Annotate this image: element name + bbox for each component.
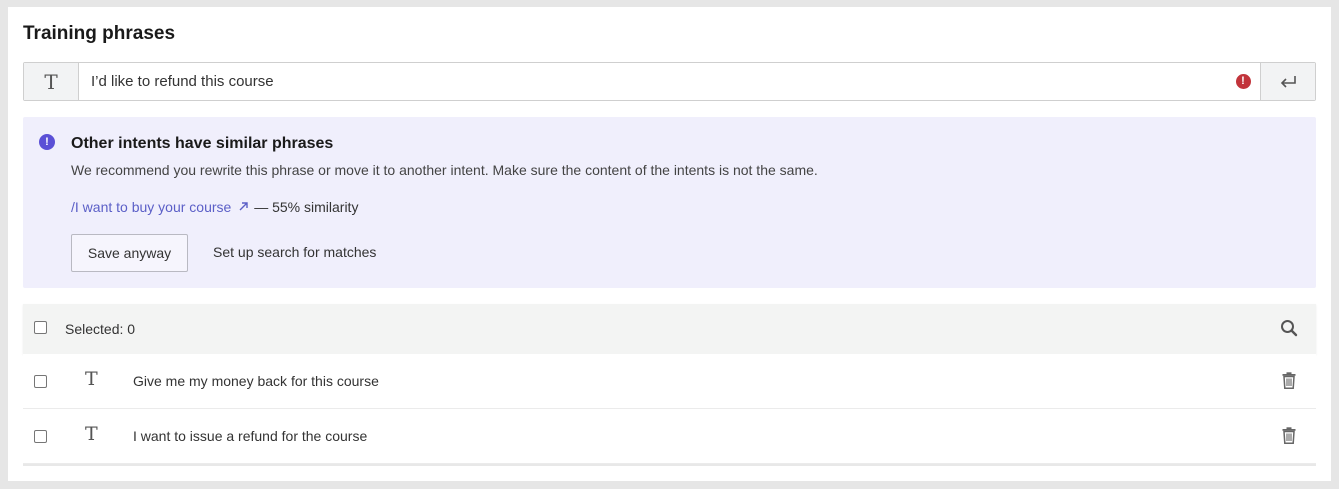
search-button[interactable] — [1280, 319, 1298, 342]
table-row: T I want to issue a refund for the cours… — [23, 409, 1316, 464]
phrase-input[interactable] — [79, 63, 1226, 100]
warning-title: Other intents have similar phrases — [71, 135, 334, 152]
delete-button[interactable] — [1282, 427, 1296, 449]
text-type-button[interactable]: T — [24, 63, 79, 100]
text-type-icon: T — [85, 368, 98, 390]
delete-button[interactable] — [1282, 372, 1296, 394]
similar-intent-link-text: /I want to buy your course — [71, 199, 232, 215]
similar-intent-link[interactable]: /I want to buy your course — [71, 199, 249, 215]
select-all-checkbox[interactable] — [34, 321, 47, 334]
phrase-text: I want to issue a refund for the course — [133, 428, 368, 444]
setup-search-link[interactable]: Set up search for matches — [213, 244, 376, 260]
phrase-text: Give me my money back for this course — [133, 373, 379, 389]
warning-text: We recommend you rewrite this phrase or … — [71, 162, 818, 178]
save-anyway-button[interactable]: Save anyway — [71, 234, 188, 272]
error-icon: ! — [1235, 74, 1251, 89]
similar-phrases-warning: ! Other intents have similar phrases We … — [23, 117, 1316, 288]
similarity-value: — 55% similarity — [254, 199, 359, 215]
trash-icon — [1282, 427, 1296, 445]
selected-count: Selected: 0 — [65, 321, 136, 337]
enter-icon — [1280, 75, 1296, 88]
table-bottom-divider — [23, 464, 1316, 466]
text-type-icon: T — [44, 69, 58, 94]
text-type-icon: T — [85, 423, 98, 445]
training-phrases-panel: Training phrases T ! ! Other intents hav… — [8, 7, 1331, 481]
similar-intent-row: /I want to buy your course — 55% similar… — [71, 199, 358, 215]
submit-phrase-button[interactable] — [1260, 63, 1315, 100]
trash-icon — [1282, 372, 1296, 390]
phrase-input-row: T ! — [23, 62, 1316, 101]
search-icon — [1281, 320, 1298, 337]
row-checkbox[interactable] — [34, 375, 47, 388]
table-header: Selected: 0 — [23, 304, 1316, 354]
row-checkbox[interactable] — [34, 430, 47, 443]
section-title: Training phrases — [23, 23, 176, 44]
external-link-icon — [239, 202, 248, 211]
info-icon: ! — [39, 134, 55, 150]
error-indicator: ! — [1226, 63, 1260, 100]
table-row: T Give me my money back for this course — [23, 354, 1316, 409]
